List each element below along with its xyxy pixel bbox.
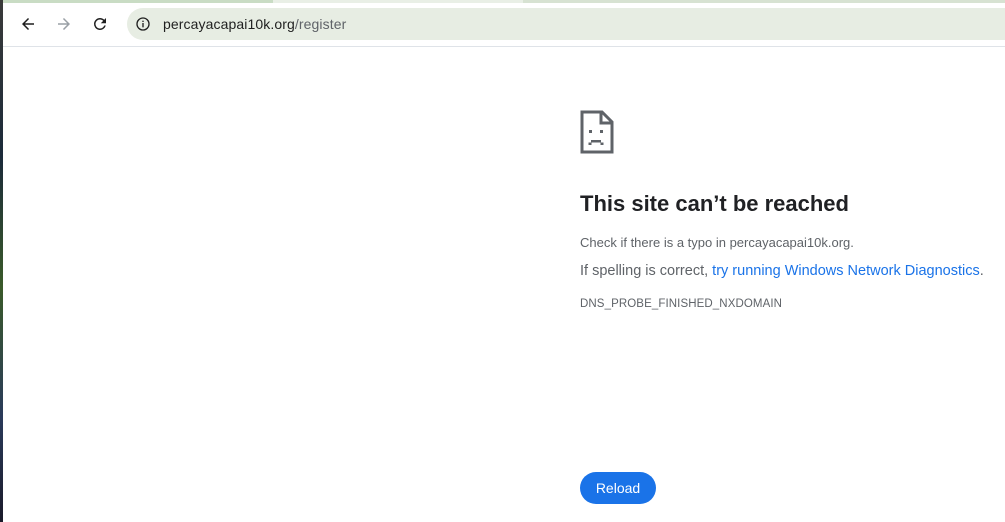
typo-suggestion: Check if there is a typo in percayacapai… [580,235,854,250]
arrow-left-icon [22,18,34,30]
error-code: DNS_PROBE_FINISHED_NXDOMAIN [580,298,783,310]
error-content: This site can’t be reached Check if ther… [580,110,1005,310]
url-text[interactable]: percayacapai10k.org/register [163,16,346,32]
browser-toolbar: percayacapai10k.org/register [3,0,1005,47]
address-bar[interactable]: percayacapai10k.org/register [127,8,1005,40]
reload-icon [93,17,106,30]
back-button[interactable] [13,9,43,39]
arrow-right-icon [58,18,70,30]
forward-button[interactable] [49,9,79,39]
url-domain: percayacapai10k.org [163,16,295,32]
tab-strip-edge [3,0,1005,3]
spelling-suffix: . [979,263,984,279]
error-title: This site can’t be reached [580,191,849,216]
reload-nav-button[interactable] [85,9,115,39]
sad-document-icon [580,110,614,154]
diagnostics-link[interactable]: try running Windows Network Diagnostics [712,263,980,279]
window-edge [0,0,3,522]
diagnostics-suggestion: If spelling is correct, try running Wind… [580,263,1005,279]
info-icon [136,17,150,31]
reload-button[interactable]: Reload [580,472,656,504]
url-path: /register [294,16,347,32]
site-info-button[interactable] [127,8,159,40]
spelling-prefix: If spelling is correct, [580,263,713,279]
